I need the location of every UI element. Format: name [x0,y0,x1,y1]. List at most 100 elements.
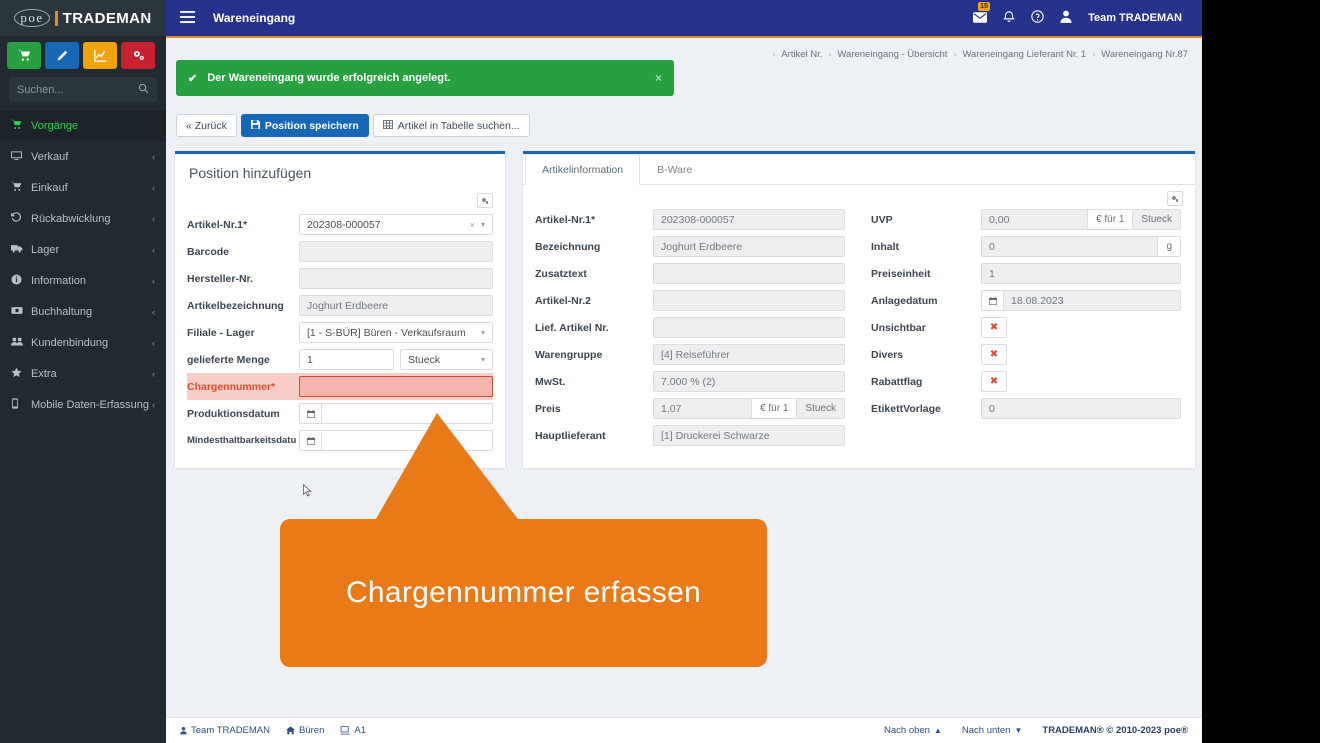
field-value: 7.000 % (2) [661,375,716,388]
field-value: [1 - S-BÜR] Büren - Verkaufsraum [307,326,466,339]
chevron-down-icon[interactable]: ▾ [481,220,485,229]
question-circle-icon[interactable] [1031,10,1044,26]
calendar-icon[interactable] [981,290,1003,311]
field-label: Anlagedatum [871,294,938,307]
quick-cart-button[interactable] [7,42,41,69]
field-value: 0,00 [989,213,1010,226]
sidebar-item-label: Verkauf [31,150,69,163]
chevron-down-icon[interactable]: ▾ [481,328,485,337]
field-row-chargennummer: Chargennummer* [187,373,493,400]
rabattflag-x-icon: ✖ [981,371,1007,392]
chevron-left-icon: ‹ [152,244,155,255]
artikelbezeichnung-input[interactable]: Joghurt Erdbeere [299,295,493,316]
hauptlieferant-readonly: [1] Druckerei Schwarze [653,425,845,446]
sidebar-item-einkauf[interactable]: Einkauf ‹ [0,172,166,203]
field-label: Inhalt [871,240,899,253]
produktionsdatum-input[interactable] [321,403,493,424]
mwst-readonly: 7.000 % (2) [653,371,845,392]
sidebar-item-buchhaltung[interactable]: Buchhaltung ‹ [0,296,166,327]
callout-bubble: Chargennummer erfassen [280,519,767,667]
monitor-icon [11,150,31,164]
field-label: Filiale - Lager [187,326,255,339]
article-panel-gear-icon[interactable] [1167,191,1183,206]
field-value: 18.08.2023 [1011,294,1064,307]
sidebar-search[interactable] [9,77,157,102]
back-button[interactable]: « Zurück [176,114,237,137]
sidebar-item-label: Rückabwicklung [31,212,111,225]
sidebar-item-kundenbindung[interactable]: Kundenbindung ‹ [0,327,166,358]
save-position-button[interactable]: Position speichern [240,114,369,137]
field-value: 202308-000057 [661,213,735,226]
user-icon[interactable] [1060,10,1072,26]
search-in-table-button[interactable]: Artikel in Tabelle suchen... [372,114,530,137]
panels-row: Position hinzufügen Artikel-Nr.1* 202308… [175,151,1202,468]
position-panel-gear-icon[interactable] [477,193,493,208]
hersteller-nr-input[interactable] [299,268,493,289]
field-label: Lief. Artikel Nr. [535,321,609,334]
scroll-bottom-link[interactable]: Nach unten ▼ [962,725,1023,736]
save-position-label: Position speichern [264,119,359,132]
chevron-left-icon: ‹ [152,213,155,224]
sidebar-item-verkauf[interactable]: Verkauf ‹ [0,141,166,172]
mindesthaltbarkeitsdatum-input[interactable] [321,430,493,451]
filiale-lager-select[interactable]: [1 - S-BÜR] Büren - Verkaufsraum ▾ [299,322,493,343]
chevron-down-icon: ▼ [1014,726,1023,735]
artikel-nr1-select[interactable]: 202308-000057 × ▾ [299,214,493,235]
preiseinheit-readonly: 1 [981,263,1181,284]
tab-artikelinformation[interactable]: Artikelinformation [525,154,641,185]
field-row-inhalt: Inhalt 0 g [871,233,1181,260]
field-value: 1 [307,353,313,366]
quick-edit-button[interactable] [45,42,79,69]
field-row-zusatztext: Zusatztext [535,260,845,287]
field-label: Artikel-Nr.1* [187,218,248,231]
warengruppe-readonly: [4] Reiseführer [653,344,845,365]
menge-unit-select[interactable]: Stueck ▾ [400,349,493,370]
logo[interactable]: poe TRADEMAN [0,0,166,36]
envelope-icon[interactable]: 15 [973,1,990,26]
chargennummer-input[interactable] [299,376,493,397]
username-label[interactable]: Team TRADEMAN [1088,12,1182,24]
article-right-column: UVP 0,00 € für 1 Stueck Inhalt 0 g Preis… [859,206,1195,463]
field-label: Hersteller-Nr. [187,272,253,285]
field-value: 202308-000057 [307,218,381,231]
sidebar-item-mobile-daten-erfassung[interactable]: Mobile Daten-Erfassung ‹ [0,389,166,420]
sidebar-item-rueckabwicklung[interactable]: Rückabwicklung ‹ [0,203,166,234]
bell-icon[interactable] [1003,10,1015,26]
search-input[interactable] [17,83,127,96]
hamburger-icon[interactable] [180,11,195,25]
footer-branch: Büren [286,725,324,736]
sidebar-item-extra[interactable]: Extra ‹ [0,358,166,389]
sidebar-item-information[interactable]: Information ‹ [0,265,166,296]
sidebar-item-label: Buchhaltung [31,305,93,318]
field-row-artikel-nr1: Artikel-Nr.1* 202308-000057 × ▾ [187,211,493,238]
barcode-input[interactable] [299,241,493,262]
footer-branch-label: Büren [299,725,325,736]
menge-input[interactable]: 1 [299,349,394,370]
save-icon [250,119,260,132]
scroll-top-link[interactable]: Nach oben ▲ [884,725,942,736]
quick-report-button[interactable] [83,42,117,69]
unsichtbar-x-icon: ✖ [981,317,1007,338]
search-in-table-label: Artikel in Tabelle suchen... [397,119,520,132]
preis-readonly: 1,07 [653,398,753,419]
field-label: Chargennummer* [187,380,276,393]
chevron-up-icon: ▲ [933,726,942,735]
close-icon[interactable]: × [655,71,662,85]
field-label: MwSt. [535,375,566,388]
divers-x-icon: ✖ [981,344,1007,365]
tab-b-ware[interactable]: B-Ware [640,154,709,185]
field-label: UVP [871,213,893,226]
calendar-icon[interactable] [299,403,321,424]
sidebar-item-lager[interactable]: Lager ‹ [0,234,166,265]
chevron-down-icon[interactable]: ▾ [481,355,485,364]
sidebar-item-vorgaenge[interactable]: Vorgänge [0,110,166,141]
clear-icon[interactable]: × [470,220,481,230]
calendar-icon[interactable] [299,430,321,451]
chart-icon [93,49,106,62]
field-label: Artikel-Nr.1* [535,213,596,226]
quick-settings-button[interactable] [121,42,155,69]
article-left-column: Artikel-Nr.1* 202308-000057 Bezeichnung … [523,206,859,463]
field-row-rabattflag: Rabattflag ✖ [871,368,1181,395]
field-row-barcode: Barcode [187,238,493,265]
pencil-icon [57,50,68,60]
